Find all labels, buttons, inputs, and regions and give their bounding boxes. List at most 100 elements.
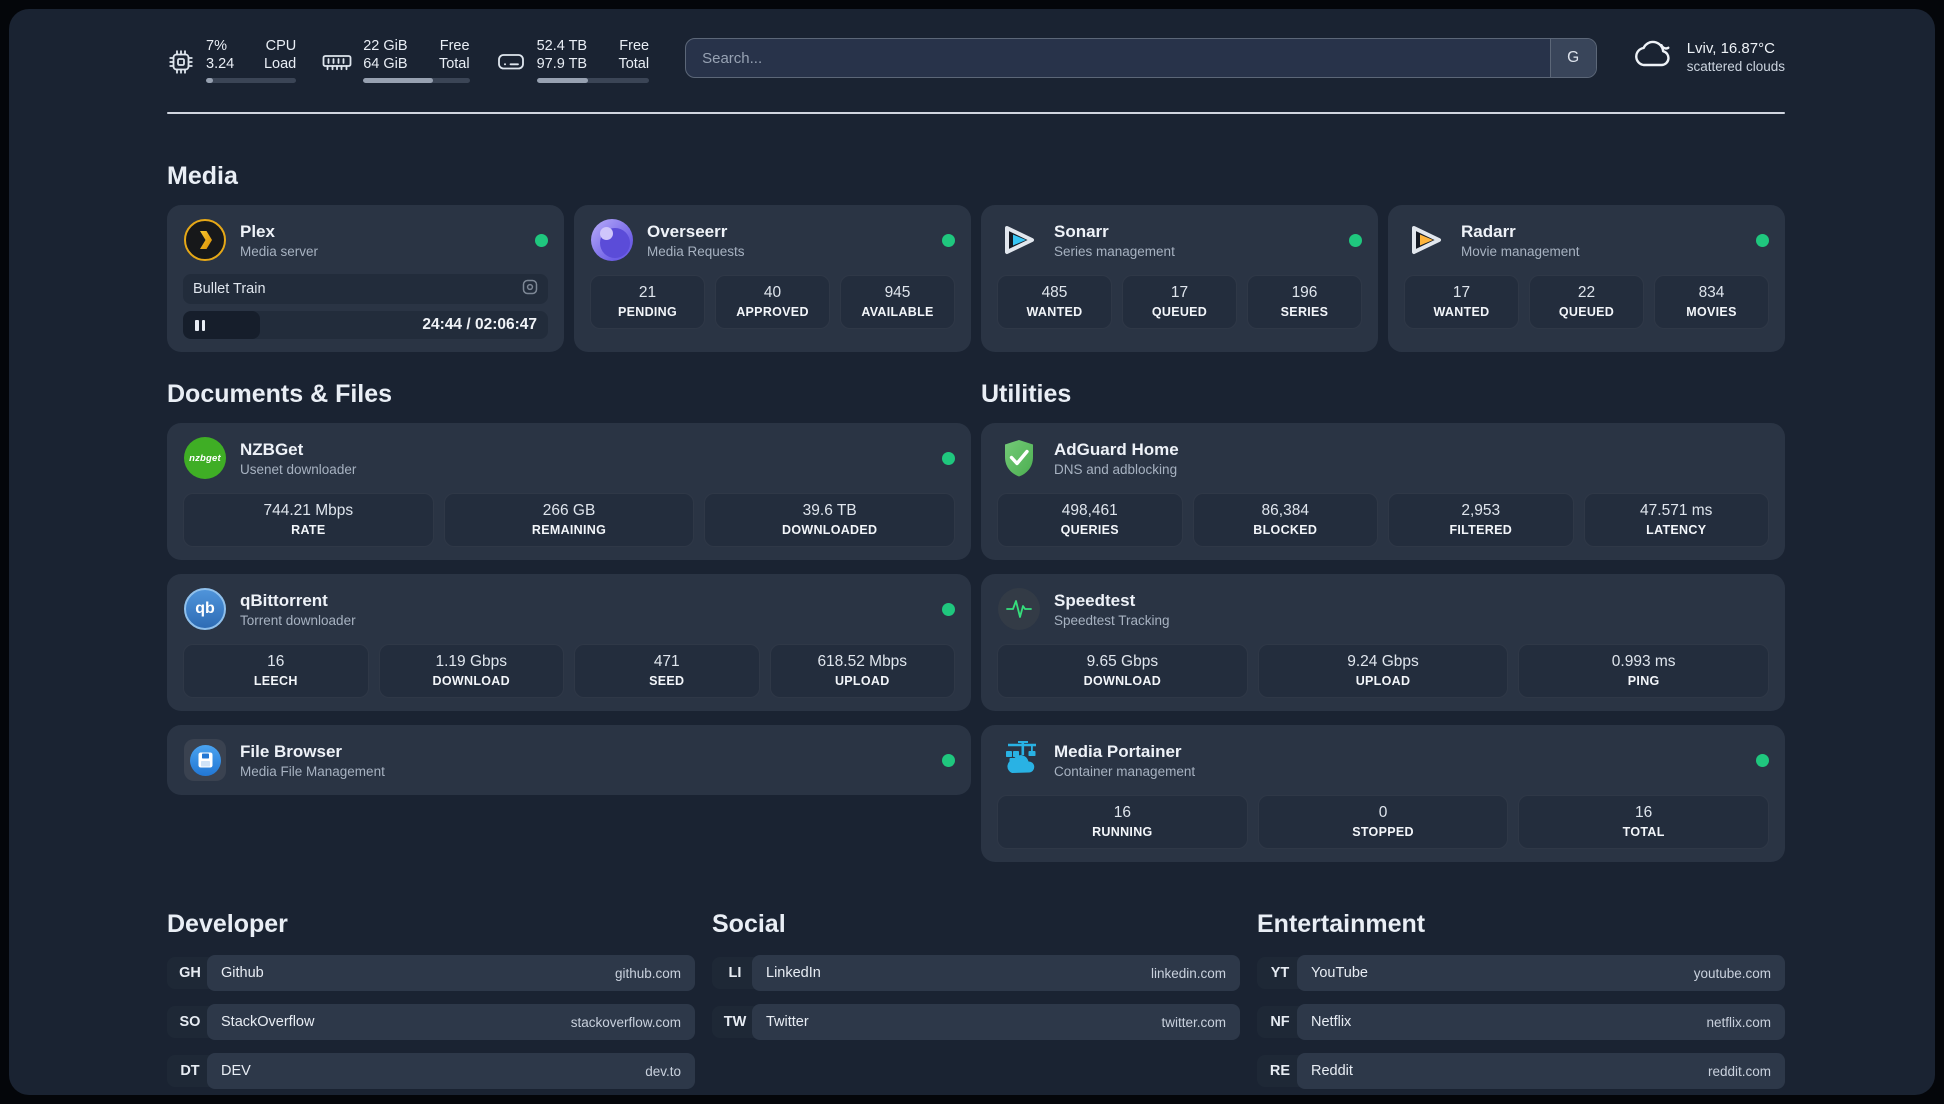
app-title: Plex (240, 221, 275, 241)
header-divider (167, 112, 1785, 114)
bookmark-name: DEV (221, 1063, 251, 1079)
stat-box: 21 PENDING (590, 275, 705, 329)
search-bar: G (685, 38, 1597, 78)
bookmark-url: dev.to (645, 1063, 681, 1079)
app-card-speedtest[interactable]: Speedtest Speedtest Tracking 9.65 Gbps D… (981, 574, 1785, 711)
app-subtitle: Speedtest Tracking (1054, 612, 1170, 628)
app-title: AdGuard Home (1054, 439, 1179, 459)
section-title-developer: Developer (167, 910, 288, 938)
bookmark-youtube[interactable]: YT YouTube youtube.com (1257, 955, 1785, 991)
app-subtitle: Usenet downloader (240, 461, 357, 477)
app-title: qBittorrent (240, 590, 328, 610)
app-card-nzbget[interactable]: nzbget NZBGet Usenet downloader 744.21 M… (167, 423, 971, 560)
app-title: Overseerr (647, 221, 728, 241)
app-subtitle: DNS and adblocking (1054, 461, 1178, 477)
bookmark-name: Twitter (766, 1014, 809, 1030)
stat-box: 9.24 Gbps UPLOAD (1257, 644, 1509, 698)
bookmark-stackoverflow[interactable]: SO StackOverflow stackoverflow.com (167, 1004, 695, 1040)
bookmark-github[interactable]: GH Github github.com (167, 955, 695, 991)
stat-box: 16 LEECH (183, 644, 369, 698)
app-card-portainer[interactable]: Media Portainer Container management 16 … (981, 725, 1785, 862)
app-card-adguard[interactable]: AdGuard Home DNS and adblocking 498,461 … (981, 423, 1785, 560)
nzbget-icon: nzbget (183, 436, 227, 480)
dashboard: 7% 3.24 CPU Load 22 GiB 64 GiB Free Tota… (9, 9, 1935, 1095)
stat-box: 40 APPROVED (715, 275, 830, 329)
bookmark-url: twitter.com (1161, 1014, 1226, 1030)
app-subtitle: Media File Management (240, 763, 385, 779)
app-card-sonarr[interactable]: Sonarr Series management 485 WANTED 17 Q… (981, 205, 1378, 352)
bookmark-netflix[interactable]: NF Netflix netflix.com (1257, 1004, 1785, 1040)
bookmark-dev[interactable]: DT DEV dev.to (167, 1053, 695, 1089)
stat-box: 834 MOVIES (1654, 275, 1769, 329)
cpu-widget: 7% 3.24 CPU Load (167, 37, 297, 83)
search-engine-button[interactable]: G (1549, 39, 1596, 77)
stat-box: 39.6 TB DOWNLOADED (704, 493, 956, 547)
status-dot-online (942, 233, 955, 247)
app-title: Media Portainer (1054, 741, 1182, 761)
stat-box: 2,953 FILTERED (1388, 493, 1574, 547)
search-input[interactable] (686, 39, 1550, 77)
stat-box: 17 QUEUED (1122, 275, 1237, 329)
memory-free-label: Free (439, 38, 470, 54)
storage-progress-bar (536, 78, 650, 83)
stat-box: 266 GB REMAINING (443, 493, 695, 547)
bookmark-reddit[interactable]: RE Reddit reddit.com (1257, 1053, 1785, 1089)
bookmark-url: linkedin.com (1150, 965, 1226, 981)
cpu-chip-icon (167, 40, 195, 83)
ram-stick-icon (322, 40, 352, 83)
status-dot-online (1756, 233, 1769, 247)
app-title: Speedtest (1054, 590, 1136, 610)
app-card-filebrowser[interactable]: File Browser Media File Management (167, 725, 971, 795)
section-title-media: Media (167, 162, 238, 190)
app-card-radarr[interactable]: Radarr Movie management 17 WANTED 22 QUE… (1388, 205, 1785, 352)
app-title: Radarr (1461, 221, 1516, 241)
bookmark-twitter[interactable]: TW Twitter twitter.com (712, 1004, 1240, 1040)
app-subtitle: Movie management (1461, 243, 1580, 259)
plex-icon (183, 218, 227, 262)
status-dot-online (1349, 233, 1362, 247)
cpu-load-value: 3.24 (206, 56, 235, 72)
status-dot-online (942, 753, 955, 767)
memory-progress-bar (363, 78, 470, 83)
bookmark-url: stackoverflow.com (570, 1014, 681, 1030)
top-bar: 7% 3.24 CPU Load 22 GiB 64 GiB Free Tota… (167, 37, 1785, 83)
app-title: NZBGet (240, 439, 304, 459)
status-dot-online (942, 602, 955, 616)
bookmark-linkedin[interactable]: LI LinkedIn linkedin.com (712, 955, 1240, 991)
stat-box: 1.19 Gbps DOWNLOAD (378, 644, 564, 698)
bookmark-url: github.com (614, 965, 681, 981)
bookmark-name: Reddit (1311, 1063, 1353, 1079)
app-title: Sonarr (1054, 221, 1109, 241)
portainer-icon (997, 738, 1041, 782)
speedtest-icon (997, 587, 1041, 631)
memory-widget: 22 GiB 64 GiB Free Total (322, 37, 470, 83)
pause-icon[interactable] (193, 316, 207, 335)
bookmark-name: Github (221, 965, 264, 981)
stat-box: 17 WANTED (1404, 275, 1519, 329)
app-subtitle: Torrent downloader (240, 612, 356, 628)
stat-box: 498,461 QUERIES (997, 493, 1183, 547)
section-title-utilities: Utilities (981, 380, 1072, 408)
sonarr-icon (997, 218, 1041, 262)
weather-location: Lviv, 16.87°C (1686, 39, 1775, 57)
stat-box: 744.21 Mbps RATE (183, 493, 434, 547)
stat-box: 485 WANTED (997, 275, 1112, 329)
memory-free-value: 22 GiB (363, 38, 408, 54)
app-subtitle: Media server (240, 243, 319, 259)
app-card-overseerr[interactable]: Overseerr Media Requests 21 PENDING 40 A… (574, 205, 971, 352)
app-card-plex[interactable]: Plex Media server Bullet Train 24:44 / 0… (167, 205, 564, 352)
storage-total-value: 97.9 TB (536, 56, 588, 72)
memory-total-value: 64 GiB (363, 56, 408, 72)
bookmark-url: netflix.com (1706, 1014, 1771, 1030)
radarr-icon (1404, 218, 1448, 262)
section-title-documents: Documents & Files (167, 380, 393, 408)
stat-box: 16 RUNNING (997, 795, 1248, 849)
storage-total-label: Total (618, 56, 650, 72)
app-card-qbittorrent[interactable]: qb qBittorrent Torrent downloader 16 LEE… (167, 574, 971, 711)
scattered-clouds-icon (1631, 37, 1675, 76)
media-type-disc-icon (522, 279, 538, 299)
stat-box: 945 AVAILABLE (840, 275, 955, 329)
section-title-social: Social (712, 910, 786, 938)
bookmark-name: LinkedIn (766, 965, 821, 981)
now-playing-time: 24:44 / 02:06:47 (422, 316, 537, 333)
